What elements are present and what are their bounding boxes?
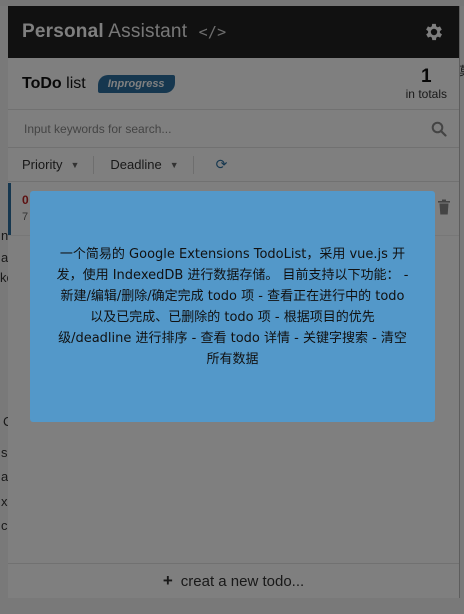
about-text: 一个简易的 Google Extensions TodoList，采用 vue.… xyxy=(56,246,409,367)
about-modal: 一个简易的 Google Extensions TodoList，采用 vue.… xyxy=(30,191,435,422)
